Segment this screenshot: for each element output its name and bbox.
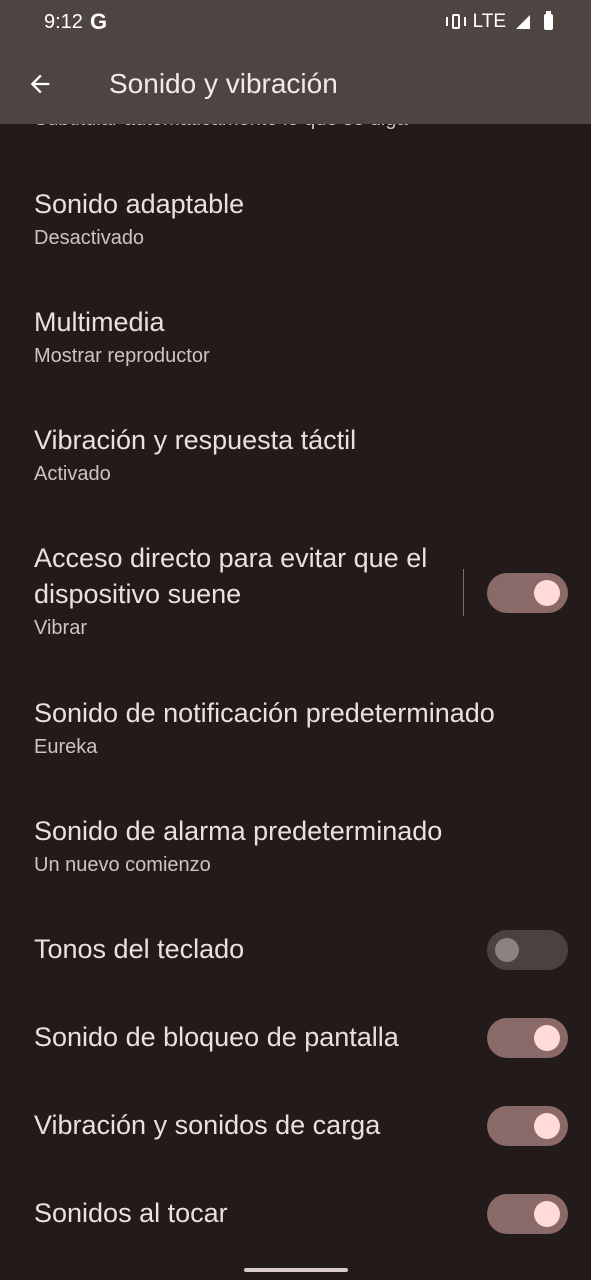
network-type: LTE — [472, 11, 506, 32]
setting-tonos-teclado[interactable]: Tonos del teclado — [34, 931, 454, 967]
toggle-knob — [534, 1025, 560, 1051]
setting-title: Vibración y respuesta táctil — [34, 425, 357, 455]
setting-title: Tonos del teclado — [34, 934, 245, 964]
toggle-vibracion-carga[interactable] — [487, 1106, 568, 1146]
status-bar: 9:12 G LTE — [0, 0, 591, 46]
toggle-knob — [495, 938, 519, 962]
setting-subtitle: Desactivado — [34, 227, 145, 249]
setting-subtitle: Vibrar — [34, 617, 87, 639]
setting-title: Sonidos al tocar — [34, 1198, 228, 1228]
status-icons: LTE — [445, 11, 553, 33]
setting-vibracion-carga[interactable]: Vibración y sonidos de carga — [34, 1107, 454, 1143]
status-time: 9:12 — [44, 11, 83, 33]
setting-sonido-bloqueo[interactable]: Sonido de bloqueo de pantalla — [34, 1019, 454, 1055]
setting-title: Vibración y sonidos de carga — [34, 1110, 381, 1140]
toggle-knob — [534, 1201, 560, 1227]
setting-subtitle: Activado — [34, 463, 111, 485]
setting-sonidos-tocar[interactable]: Sonidos al tocar — [34, 1195, 454, 1231]
toggle-knob — [534, 580, 560, 606]
setting-sonido-adaptable[interactable]: Sonido adaptable Desactivado — [34, 186, 454, 252]
setting-multimedia[interactable]: Multimedia Mostrar reproductor — [34, 304, 454, 370]
setting-subtitle: Eureka — [34, 736, 98, 758]
signal-icon — [516, 15, 530, 29]
battery-icon — [544, 11, 553, 30]
toggle-acceso-directo[interactable] — [487, 573, 568, 613]
toggle-knob — [534, 1113, 560, 1139]
gesture-nav-handle[interactable] — [244, 1268, 348, 1272]
google-icon: G — [90, 9, 108, 34]
setting-subtitle: Un nuevo comienzo — [34, 854, 211, 876]
setting-title: Multimedia — [34, 307, 165, 337]
setting-title: Sonido de bloqueo de pantalla — [34, 1022, 399, 1052]
toggle-sonidos-tocar[interactable] — [487, 1194, 568, 1234]
page-title: Sonido y vibración — [109, 68, 338, 99]
setting-title: Sonido de notificación predeterminado — [34, 698, 495, 728]
setting-sonido-notificacion[interactable]: Sonido de notificación predeterminado Eu… — [34, 695, 564, 761]
back-arrow-icon[interactable] — [26, 70, 54, 98]
toggle-tonos-teclado[interactable] — [487, 930, 568, 970]
toggle-sonido-bloqueo[interactable] — [487, 1018, 568, 1058]
setting-title: Sonido adaptable — [34, 189, 245, 219]
divider — [463, 569, 464, 616]
setting-sonido-alarma[interactable]: Sonido de alarma predeterminado Un nuevo… — [34, 813, 564, 879]
setting-vibracion-respuesta[interactable]: Vibración y respuesta táctil Activado — [34, 422, 454, 488]
setting-title: Sonido de alarma predeterminado — [34, 816, 443, 846]
setting-acceso-directo[interactable]: Acceso directo para evitar que el dispos… — [34, 540, 454, 642]
vibrate-icon — [445, 12, 467, 32]
app-bar: Sonido y vibración — [0, 46, 591, 124]
setting-subtitle: Mostrar reproductor — [34, 345, 210, 367]
setting-title: Acceso directo para evitar que el dispos… — [34, 543, 428, 609]
